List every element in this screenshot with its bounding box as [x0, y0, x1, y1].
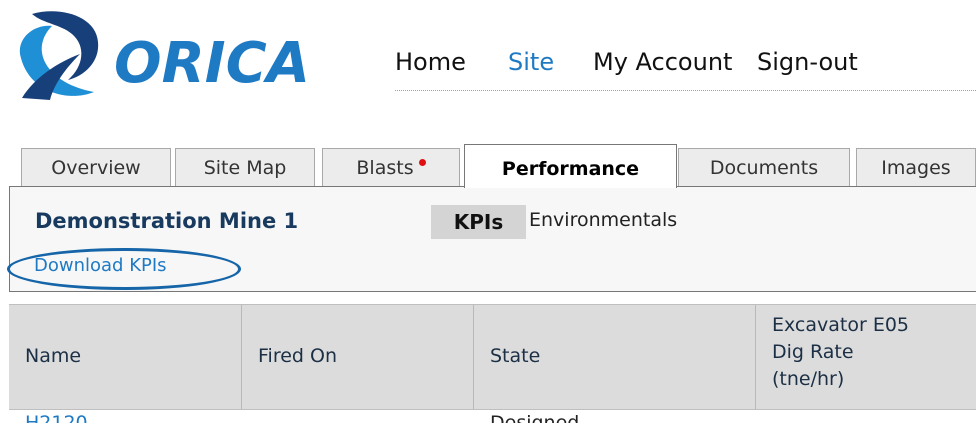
tab-blasts-label: Blasts [356, 157, 414, 179]
page-title: Demonstration Mine 1 [35, 209, 299, 233]
orica-wordmark: ORICA [114, 31, 310, 96]
subtab-kpis[interactable]: KPIs [431, 205, 526, 239]
column-header-excavator-dig-rate[interactable]: Excavator E05 Dig Rate (tne/hr) [756, 305, 976, 409]
tab-performance-label: Performance [501, 158, 640, 180]
notification-dot-icon [418, 159, 426, 166]
nav-home[interactable]: Home [395, 48, 466, 76]
performance-panel: Demonstration Mine 1 KPIs Environmentals… [7, 186, 976, 292]
download-kpis-link[interactable]: Download KPIs [34, 255, 167, 276]
tab-overview-label: Overview [51, 157, 141, 179]
column-header-fired-on[interactable]: Fired On [242, 305, 474, 409]
nav-sign-out[interactable]: Sign-out [757, 48, 858, 76]
tab-site-map[interactable]: Site Map [175, 148, 315, 186]
tab-blasts[interactable]: Blasts [322, 148, 460, 186]
orica-logo[interactable]: ORICA [14, 6, 354, 102]
tab-performance[interactable]: Performance [464, 144, 677, 188]
kpi-table: Name Fired On State Excavator E05 Dig Ra… [9, 304, 976, 423]
nav-site[interactable]: Site [508, 48, 554, 76]
column-header-state[interactable]: State [474, 305, 756, 409]
tab-images[interactable]: Images [856, 148, 976, 186]
tab-overview[interactable]: Overview [21, 148, 171, 186]
subtab-environmentals[interactable]: Environmentals [529, 209, 677, 231]
tab-site-map-label: Site Map [203, 157, 287, 179]
nav-my-account[interactable]: My Account [593, 48, 732, 76]
column-header-name[interactable]: Name [9, 305, 242, 409]
blast-name-link[interactable]: H2120 [25, 412, 88, 423]
tab-documents[interactable]: Documents [678, 148, 850, 186]
section-tabs: Overview Site Map Blasts Performance Doc… [8, 140, 976, 188]
tab-documents-label: Documents [709, 157, 819, 179]
orica-emblem-icon [19, 11, 99, 100]
top-navigation: Home Site My Account Sign-out [395, 46, 976, 91]
table-header: Name Fired On State Excavator E05 Dig Ra… [9, 304, 976, 410]
blast-state: Designed [490, 412, 580, 423]
tab-images-label: Images [881, 157, 951, 179]
